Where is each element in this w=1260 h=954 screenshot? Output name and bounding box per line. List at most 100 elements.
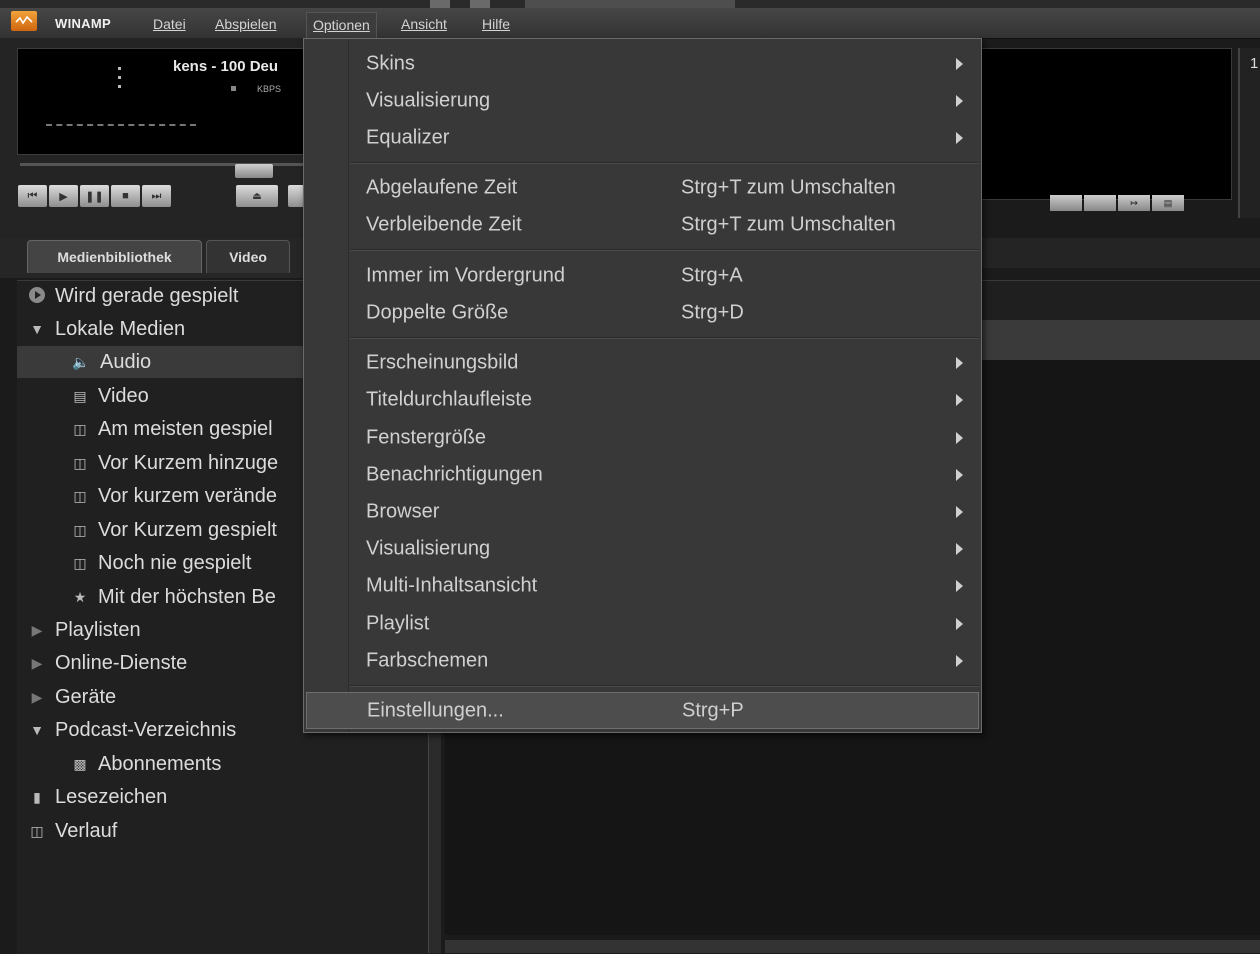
tree-item-label: Vor Kurzem gespielt [98, 518, 277, 541]
pause-button[interactable]: ❚❚ [80, 185, 109, 207]
speaker-icon: 🔈 [72, 354, 90, 370]
submenu-arrow-icon [956, 94, 963, 107]
menu-item-verbleibende-zeit[interactable]: Verbleibende Zeit Strg+T zum Umschalten [304, 206, 981, 243]
smart-view-icon: ◫ [73, 421, 87, 437]
menu-item-fenstergroesse[interactable]: Fenstergröße [304, 419, 981, 456]
vis-button[interactable]: ▤ [1152, 195, 1184, 211]
menu-item-label: Benachrichtigungen [366, 463, 543, 485]
menu-item-equalizer[interactable]: Equalizer [304, 119, 981, 156]
options-menu: Skins Visualisierung Equalizer Abgelaufe… [303, 38, 982, 733]
menu-item-label: Doppelte Größe [366, 301, 509, 323]
tree-item-vor-kurzem-veraendert[interactable]: ◫ Vor kurzem verände [70, 481, 277, 511]
tree-item-label: Lesezeichen [55, 785, 168, 808]
tree-item-label: Am meisten gespiel [98, 417, 273, 440]
menu-item-abgelaufene-zeit[interactable]: Abgelaufene Zeit Strg+T zum Umschalten [304, 169, 981, 206]
tree-item-label: Mit der höchsten Be [98, 585, 276, 608]
tree-item-hoechste-bewertung[interactable]: ★ Mit der höchsten Be [70, 582, 276, 612]
tab-video[interactable]: Video [206, 240, 290, 273]
tree-item-noch-nie-gespielt[interactable]: ◫ Noch nie gespielt [70, 548, 251, 578]
kbps-label: KBPS [257, 84, 282, 94]
menu-hilfe[interactable]: Hilfe [482, 16, 510, 38]
tree-item-vor-kurzem-gespielt[interactable]: ◫ Vor Kurzem gespielt [70, 515, 277, 545]
menu-item-skins[interactable]: Skins [304, 45, 981, 82]
menu-item-immer-im-vordergrund[interactable]: Immer im Vordergrund Strg+A [304, 257, 981, 294]
strip-mark [430, 0, 450, 8]
previous-button[interactable]: ⏮ [18, 185, 47, 207]
menu-optionen[interactable]: Optionen [306, 12, 377, 38]
eject-button[interactable]: ⏏ [236, 185, 278, 207]
menu-item-playlist[interactable]: Playlist [304, 605, 981, 642]
tree-item-label: Wird gerade gespielt [55, 284, 239, 307]
tree-item-verlauf[interactable]: ◫ Verlauf [27, 816, 117, 846]
balance-slider[interactable] [235, 164, 273, 178]
eject-icon: ⏏ [252, 190, 262, 202]
submenu-arrow-icon [956, 356, 963, 369]
tree-item-abonnements[interactable]: ▩ Abonnements [70, 749, 221, 779]
menu-item-benachrichtigungen[interactable]: Benachrichtigungen [304, 456, 981, 493]
strip-mark [525, 0, 735, 8]
question-doc-icon: ◫ [73, 555, 87, 571]
visualization-panel [980, 48, 1232, 200]
right-window-edge [1238, 48, 1260, 218]
tree-item-am-meisten-gespielt[interactable]: ◫ Am meisten gespiel [70, 414, 273, 444]
menu-item-shortcut: Strg+T zum Umschalten [681, 213, 896, 235]
menu-item-einstellungen[interactable]: Einstellungen... Strg+P [306, 692, 979, 729]
tree-item-playlisten[interactable]: ▶ Playlisten [27, 615, 141, 645]
tree-item-label: Lokale Medien [55, 317, 186, 340]
tree-item-video[interactable]: ▤ Video [70, 381, 149, 411]
menubar: WINAMP Datei Abspielen Optionen Ansicht … [0, 8, 1260, 39]
tree-item-wird-gerade-gespielt[interactable]: Wird gerade gespielt [27, 281, 238, 311]
tree-item-vor-kurzem-hinzugefuegt[interactable]: ◫ Vor Kurzem hinzuge [70, 448, 278, 478]
previous-icon: ⏮ [27, 189, 38, 202]
track-title: kens - 100 Deu [173, 58, 279, 75]
vis-button[interactable] [1084, 195, 1116, 211]
collapsed-triangle-icon: ▶ [31, 689, 43, 705]
menu-item-label: Visualisierung [366, 89, 491, 111]
menu-item-erscheinungsbild[interactable]: Erscheinungsbild [304, 344, 981, 381]
history-icon: ◫ [30, 823, 44, 839]
menu-item-label: Einstellungen... [367, 699, 504, 721]
collapsed-triangle-icon: ▶ [31, 655, 43, 671]
play-button[interactable]: ▶ [49, 185, 78, 207]
tree-item-lokale-medien[interactable]: ▼ Lokale Medien [27, 314, 185, 344]
tree-item-geraete[interactable]: ▶ Geräte [27, 682, 117, 712]
tree-item-podcast-verzeichnis[interactable]: ▼ Podcast-Verzeichnis [27, 715, 236, 745]
next-icon: ⏭ [151, 189, 162, 202]
stop-button[interactable]: ■ [111, 185, 140, 207]
menu-abspielen-label: Abspielen [215, 16, 277, 32]
menu-item-label: Farbschemen [366, 649, 489, 671]
menu-item-label: Multi-Inhaltsansicht [366, 574, 538, 596]
menu-item-visualisierung-2[interactable]: Visualisierung [304, 530, 981, 567]
menu-separator [350, 337, 979, 339]
menu-datei[interactable]: Datei [153, 16, 186, 38]
menu-abspielen[interactable]: Abspielen [215, 16, 277, 38]
menu-item-titeldurchlaufleiste[interactable]: Titeldurchlaufleiste [304, 381, 981, 418]
menu-item-label: Titeldurchlaufleiste [366, 388, 533, 410]
vis-button[interactable] [1050, 195, 1082, 211]
transport-controls: ⏮ ▶ ❚❚ ■ ⏭ [18, 185, 173, 207]
menu-ansicht[interactable]: Ansicht [401, 16, 447, 38]
next-button[interactable]: ⏭ [142, 185, 171, 207]
app-name: WINAMP [55, 16, 111, 31]
menu-item-label: Verbleibende Zeit [366, 213, 522, 235]
vis-button[interactable]: ↦ [1118, 195, 1150, 211]
main-footer [445, 940, 1260, 953]
menu-separator [350, 162, 979, 164]
tree-item-label: Video [98, 384, 149, 407]
tree-item-lesezeichen[interactable]: ▮ Lesezeichen [27, 782, 167, 812]
menu-item-visualisierung[interactable]: Visualisierung [304, 82, 981, 119]
menu-item-doppelte-groesse[interactable]: Doppelte Größe Strg+D [304, 294, 981, 331]
tab-medienbibliothek[interactable]: Medienbibliothek [27, 240, 202, 273]
submenu-arrow-icon [956, 505, 963, 518]
tree-item-online-dienste[interactable]: ▶ Online-Dienste [27, 648, 188, 678]
folder-icon: ▩ [73, 756, 87, 772]
tree-item-audio[interactable]: 🔈 Audio [70, 347, 151, 377]
winamp-logo-icon[interactable] [11, 11, 37, 31]
menu-item-multi-inhaltsansicht[interactable]: Multi-Inhaltsansicht [304, 567, 981, 604]
collapsed-triangle-icon: ▶ [31, 622, 43, 638]
film-icon: ▤ [73, 388, 87, 404]
menu-item-browser[interactable]: Browser [304, 493, 981, 530]
menu-item-label: Skins [366, 52, 415, 74]
stereo-indicator-icon [231, 86, 236, 91]
menu-item-farbschemen[interactable]: Farbschemen [304, 642, 981, 679]
